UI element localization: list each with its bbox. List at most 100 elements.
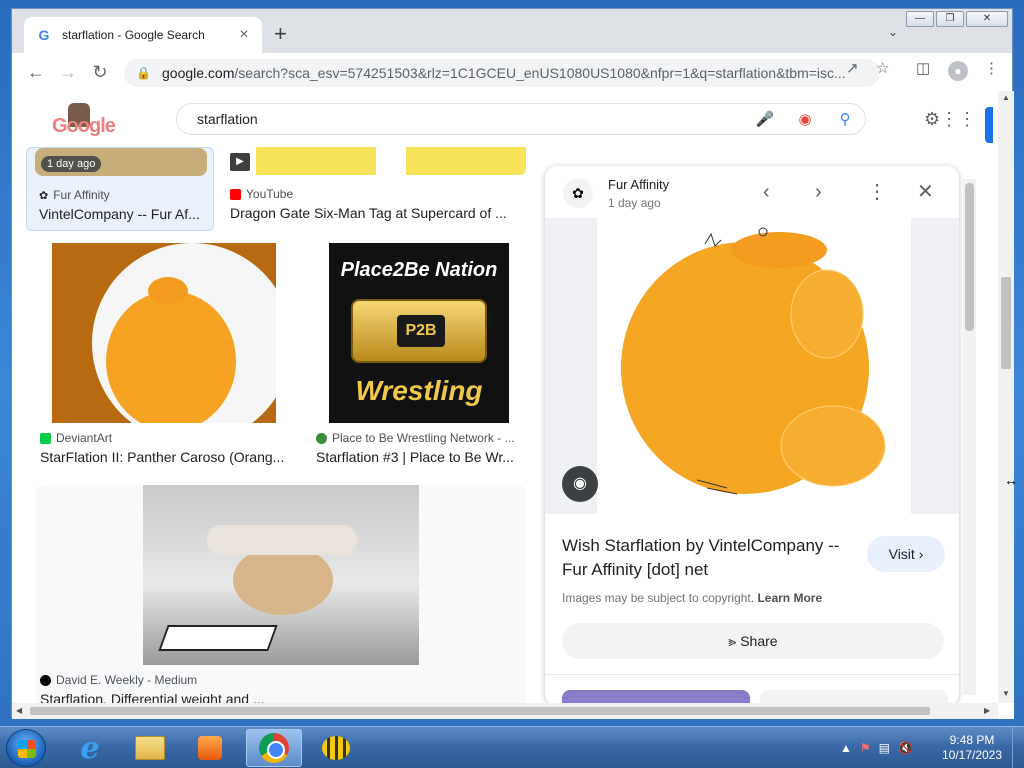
voice-search-icon[interactable]: 🎤 (745, 110, 785, 128)
chrome-menu-icon[interactable]: ⋮ (984, 59, 999, 77)
image-text-line1: Place2Be Nation (340, 259, 498, 281)
restore-button[interactable]: ❐ (936, 11, 964, 27)
vertical-scroll-thumb[interactable] (1001, 277, 1011, 369)
orange-blob-illustration (621, 227, 886, 495)
result-source: Fur Affinity (53, 188, 110, 202)
new-tab-button[interactable]: + (274, 23, 287, 45)
profile-avatar[interactable]: ● (948, 61, 968, 81)
panel-scrollbar[interactable] (963, 179, 976, 695)
close-panel-icon[interactable]: ✕ (917, 182, 934, 202)
panel-scroll-thumb[interactable] (965, 183, 974, 331)
copyright-notice: Images may be subject to copyright. Lear… (562, 591, 822, 605)
result-thumbnail[interactable] (143, 485, 419, 665)
url-path: /search?sca_esv=574251503&rlz=1C1GCEU_en… (234, 65, 846, 81)
result-title[interactable]: StarFlation II: Panther Caroso (Orang... (40, 449, 290, 465)
horizontal-scrollbar[interactable]: ◀ ▶ (12, 703, 998, 719)
lens-search-icon[interactable]: ◉ (785, 110, 825, 128)
panel-divider (545, 674, 959, 675)
scroll-up-icon[interactable]: ▲ (1002, 93, 1010, 102)
scroll-left-icon[interactable]: ◀ (16, 706, 22, 715)
tray-expand-icon[interactable]: ▲ (840, 741, 852, 755)
clock-time: 9:48 PM (949, 733, 995, 747)
sign-in-button-edge[interactable] (985, 107, 993, 143)
search-icon[interactable]: ⚲ (825, 110, 865, 128)
result-title[interactable]: VintelCompany -- Fur Af... (39, 206, 207, 222)
bookmark-star-icon[interactable]: ☆ (876, 59, 889, 77)
show-desktop-button[interactable] (1012, 727, 1024, 768)
tablet-device (158, 625, 278, 651)
result-thumbnail[interactable]: ▶ (226, 147, 526, 175)
horizontal-scroll-thumb[interactable] (30, 707, 930, 715)
browser-toolbar: ← → ↻ 🔒 google.com/search?sca_esv=574251… (12, 53, 1012, 91)
system-tray: ▲ ⚑ ▤ 🔇 (840, 727, 913, 768)
system-clock[interactable]: 9:48 PM 10/17/2023 (940, 733, 1004, 763)
person-hair (233, 545, 333, 615)
result-source: David E. Weekly - Medium (56, 673, 198, 687)
media-player-taskbar-button[interactable] (182, 729, 238, 767)
reload-button[interactable]: ↻ (84, 62, 116, 83)
visit-button[interactable]: Visit › (867, 536, 945, 572)
internet-explorer-icon: e (80, 730, 100, 766)
browser-tab[interactable]: G starflation - Google Search × (24, 17, 262, 53)
result-source: DeviantArt (56, 431, 113, 445)
bee-app-taskbar-button[interactable] (308, 729, 364, 767)
share-label: Share (740, 633, 778, 649)
action-center-icon[interactable]: ⚑ (860, 741, 871, 755)
forward-button[interactable]: → (52, 62, 84, 83)
panel-age: 1 day ago (608, 196, 661, 210)
vertical-scrollbar[interactable]: ▲ ▼ (998, 91, 1014, 703)
media-player-icon (198, 736, 222, 760)
chrome-taskbar-button[interactable] (246, 729, 302, 767)
search-box[interactable]: starflation 🎤 ◉ ⚲ (176, 103, 866, 135)
tab-search-chevron-icon[interactable]: ⌄ (888, 25, 898, 39)
folder-icon (135, 736, 165, 760)
panel-source[interactable]: Fur Affinity (608, 177, 669, 192)
scroll-down-icon[interactable]: ▼ (1002, 689, 1010, 698)
close-window-button[interactable]: ✕ (966, 11, 1008, 27)
network-icon[interactable]: ▤ (879, 741, 890, 755)
copyright-text: Images may be subject to copyright. (562, 591, 755, 605)
close-tab-icon[interactable]: × (236, 26, 252, 44)
previous-image-icon[interactable]: ‹ (763, 182, 770, 202)
back-button[interactable]: ← (20, 62, 52, 83)
preview-image[interactable] (597, 218, 911, 514)
result-card-mid-right[interactable]: Place2Be Nation P2B Wrestling Place to B… (312, 243, 526, 473)
place2be-icon (316, 432, 327, 444)
result-thumbnail[interactable] (52, 243, 276, 423)
search-input[interactable]: starflation (197, 111, 745, 127)
share-page-icon[interactable]: ↗ (846, 59, 859, 77)
learn-more-link[interactable]: Learn More (757, 591, 822, 605)
paw-icon: ✿ (39, 189, 49, 202)
result-card-top-left[interactable]: 1 day ago ✿ Fur Affinity VintelCompany -… (26, 147, 214, 231)
internet-explorer-taskbar-button[interactable]: e (62, 729, 118, 767)
result-title[interactable]: Starflation #3 | Place to Be Wr... (316, 449, 524, 465)
scroll-right-icon[interactable]: ▶ (984, 706, 990, 715)
panel-title[interactable]: Wish Starflation by VintelCompany -- Fur… (562, 534, 852, 582)
resize-cursor-icon: ↔ (1004, 472, 1018, 488)
side-panel-icon[interactable]: ◫ (916, 59, 930, 77)
belt-logo-text: P2B (397, 315, 445, 347)
result-thumbnail[interactable]: Place2Be Nation P2B Wrestling (329, 243, 509, 423)
lens-search-icon[interactable]: ◉ (562, 466, 598, 502)
more-options-icon[interactable]: ⋮ (867, 182, 887, 202)
volume-muted-icon[interactable]: 🔇 (898, 741, 913, 755)
minimize-button[interactable]: — (906, 11, 934, 27)
file-explorer-taskbar-button[interactable] (122, 729, 178, 767)
next-image-icon[interactable]: › (815, 182, 822, 202)
doodle-text: Google (52, 115, 116, 137)
result-card-mid-left[interactable]: DeviantArt StarFlation II: Panther Caros… (36, 243, 292, 473)
deviantart-icon (40, 432, 51, 444)
panel-header: ✿ Fur Affinity 1 day ago ‹ › ⋮ ✕ (545, 166, 959, 218)
lock-icon[interactable]: 🔒 (136, 66, 151, 80)
start-button[interactable] (6, 729, 46, 767)
windows-logo-icon (18, 740, 36, 758)
share-button[interactable]: ⪢ Share (562, 623, 944, 659)
google-doodle-logo[interactable]: Google (52, 101, 132, 141)
result-title[interactable]: Dragon Gate Six-Man Tag at Supercard of … (230, 205, 526, 221)
result-card-top-right[interactable]: ▶ YouTube Dragon Gate Six-Man Tag at Sup… (226, 147, 526, 231)
settings-gear-icon[interactable]: ⚙⋮⋮ (924, 109, 976, 130)
address-bar[interactable]: 🔒 google.com/search?sca_esv=574251503&rl… (124, 59, 880, 87)
bee-icon (322, 736, 350, 760)
result-card-bottom[interactable]: David E. Weekly - Medium Starflation. Di… (36, 485, 526, 707)
visit-label: Visit (888, 546, 915, 562)
